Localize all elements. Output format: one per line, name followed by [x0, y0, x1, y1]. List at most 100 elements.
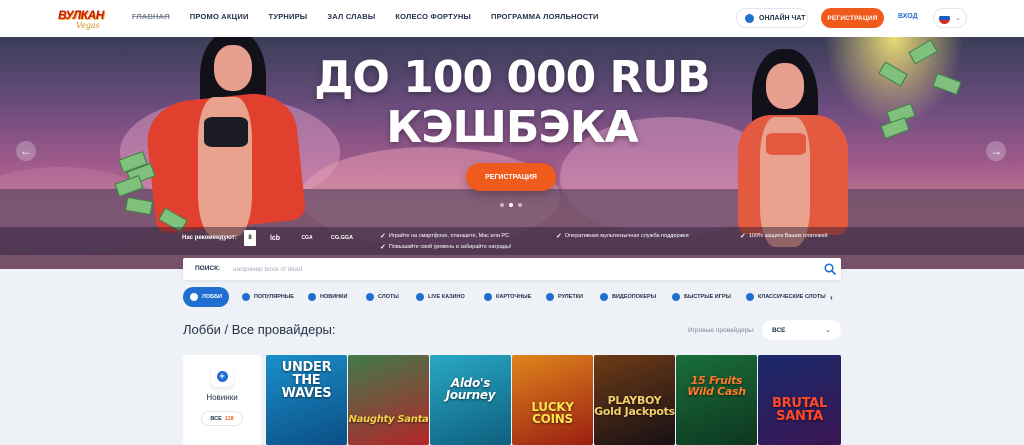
hero-title-line1: ДО 100 000 RUB — [314, 52, 710, 103]
check-icon: ✓ — [380, 244, 386, 251]
site-logo[interactable]: ВУЛКАН Vegas — [56, 4, 112, 34]
tab-roulette[interactable]: РУЛЕТКИ — [539, 287, 590, 307]
tab-new[interactable]: НОВИНКИ — [301, 287, 354, 307]
game-tile[interactable]: PLAYBOY Gold Jackpots — [594, 355, 675, 445]
search-input[interactable] — [233, 263, 793, 275]
tab-label: КАРТОЧНЫЕ — [496, 294, 532, 300]
game-tile[interactable]: UNDER THE WAVES — [266, 355, 347, 445]
cherry-icon — [746, 293, 754, 301]
game-title: 15 Fruits Wild Cash — [687, 374, 746, 398]
hero-title-line2: КЭШБЭКА — [386, 102, 638, 153]
tab-label: КЛАССИЧЕСКИЕ СЛОТЫ — [758, 294, 826, 300]
ru-flag-icon — [939, 12, 950, 24]
next-slide-arrow-icon[interactable]: → — [986, 141, 1006, 161]
slider-dots — [500, 203, 522, 207]
tab-label: СЛОТЫ — [378, 294, 399, 300]
game-title: Naughty Santa — [348, 414, 429, 425]
partner-logo-lcb: lcb — [269, 234, 281, 242]
roulette-icon — [546, 293, 554, 301]
slider-dot-active[interactable] — [509, 203, 513, 207]
category-tabs: ЛОББИ ПОПУЛЯРНЫЕ НОВИНКИ СЛОТЫ LIVE КАЗИ… — [183, 287, 843, 307]
slots-icon — [366, 293, 374, 301]
game-title: BRUTAL SANTA — [772, 396, 827, 424]
tab-lobby[interactable]: ЛОББИ — [183, 287, 229, 307]
chat-label: ОНЛАЙН ЧАТ — [759, 14, 806, 22]
check-icon: ✓ — [556, 233, 562, 240]
online-chat-button[interactable]: ОНЛАЙН ЧАТ — [736, 8, 808, 28]
logo-subtitle: Vegas — [76, 21, 100, 30]
tab-label: НОВИНКИ — [320, 294, 348, 300]
language-selector[interactable]: ⌄ — [933, 8, 967, 28]
chevron-down-icon: ⌄ — [825, 327, 831, 334]
feature-text: Оперативная мультиязычная служба поддерж… — [564, 233, 689, 239]
game-tile[interactable]: BRUTAL SANTA — [758, 355, 841, 445]
providers-value: ВСЕ — [772, 326, 786, 334]
slider-dot[interactable] — [500, 203, 504, 207]
nav-item-loyalty[interactable]: ПРОГРАММА ЛОЯЛЬНОСТИ — [491, 12, 599, 21]
check-icon: ✓ — [740, 233, 746, 240]
count-value: 118 — [224, 415, 234, 422]
nav-item-hall-of-fame[interactable]: ЗАЛ СЛАВЫ — [327, 12, 375, 21]
new-games-tile[interactable]: + Новинки ВСЕ 118 — [183, 355, 261, 445]
tab-popular[interactable]: ПОПУЛЯРНЫЕ — [235, 287, 301, 307]
game-tile[interactable]: 15 Fruits Wild Cash — [676, 355, 757, 445]
main-nav: ГЛАВНАЯ ПРОМО АКЦИИ ТУРНИРЫ ЗАЛ СЛАВЫ КО… — [132, 12, 619, 21]
tab-label: ВИДЕОПОКЕРЫ — [612, 294, 657, 300]
tab-classic-slots[interactable]: КЛАССИЧЕСКИЕ СЛОТЫ — [739, 287, 833, 307]
slider-dot[interactable] — [518, 203, 522, 207]
hero-banner: ДО 100 000 RUB КЭШБЭКА РЕГИСТРАЦИЯ ← → Н… — [0, 37, 1024, 269]
nav-item-tournaments[interactable]: ТУРНИРЫ — [269, 12, 308, 21]
feature-levels: ✓ Повышайте свой уровень и забирайте нагр… — [380, 243, 511, 251]
chevron-down-icon: ⌄ — [955, 15, 961, 22]
hero-register-button[interactable]: РЕГИСТРАЦИЯ — [466, 163, 556, 191]
lobby-icon — [190, 293, 198, 301]
nav-item-promo[interactable]: ПРОМО АКЦИИ — [190, 12, 249, 21]
login-link[interactable]: ВХОД — [898, 13, 918, 20]
search-icon[interactable] — [824, 263, 836, 275]
feature-support: ✓ Оперативная мультиязычная служба поддер… — [556, 232, 689, 240]
new-games-label: Новинки — [206, 393, 238, 402]
providers-select[interactable]: ВСЕ ⌄ — [762, 320, 841, 340]
tab-fast-games[interactable]: БЫСТРЫЕ ИГРЫ — [665, 287, 738, 307]
trust-strip — [0, 227, 1024, 255]
game-tile[interactable]: LUCKY COINS — [512, 355, 593, 445]
partner-logo-cgga: CG.GGA — [330, 235, 354, 241]
tab-slots[interactable]: СЛОТЫ — [359, 287, 406, 307]
heart-icon — [242, 293, 250, 301]
feature-payments: ✓ 100% защита Ваших платежей — [740, 232, 828, 240]
feature-text: Повышайте свой уровень и забирайте награ… — [388, 244, 512, 250]
partner-logo-cga: CGA — [301, 235, 313, 241]
partner-badge-icon: 8 — [244, 230, 256, 246]
game-title: Aldo's Journey — [445, 376, 496, 402]
tab-card-games[interactable]: КАРТОЧНЫЕ — [477, 287, 538, 307]
feature-text: 100% защита Ваших платежей — [748, 233, 828, 239]
rocket-icon — [672, 293, 680, 301]
nav-item-fortune-wheel[interactable]: КОЛЕСО ФОРТУНЫ — [395, 12, 471, 21]
feature-text: Играйте на смартфоне, планшете, Mac или … — [388, 233, 510, 239]
game-title: PLAYBOY Gold Jackpots — [594, 394, 675, 418]
video-icon — [600, 293, 608, 301]
chevron-right-icon[interactable]: › — [830, 293, 833, 302]
lobby-title: Лобби / Все провайдеры: — [183, 322, 336, 337]
tab-label: LIVE КАЗИНО — [428, 294, 465, 300]
register-button[interactable]: РЕГИСТРАЦИЯ — [821, 8, 884, 28]
tab-video-poker[interactable]: ВИДЕОПОКЕРЫ — [593, 287, 663, 307]
providers-label: Игровые провайдеры: — [688, 327, 755, 334]
hero-title: ДО 100 000 RUB КЭШБЭКА — [0, 53, 1024, 153]
count-prefix: ВСЕ — [210, 415, 222, 422]
tab-label: БЫСТРЫЕ ИГРЫ — [684, 294, 731, 300]
plus-icon — [308, 293, 316, 301]
tab-label: РУЛЕТКИ — [558, 294, 584, 300]
live-icon — [416, 293, 424, 301]
logo-text: ВУЛКАН — [58, 8, 104, 22]
tab-live-casino[interactable]: LIVE КАЗИНО — [409, 287, 472, 307]
game-tile[interactable]: Aldo's Journey — [430, 355, 511, 445]
new-games-count-button[interactable]: ВСЕ 118 — [201, 411, 243, 426]
game-title: LUCKY COINS — [531, 400, 574, 426]
nav-item-main[interactable]: ГЛАВНАЯ — [132, 12, 170, 21]
search-label: ПОИСК: — [195, 265, 221, 272]
search-bar: ПОИСК: — [183, 258, 841, 280]
chat-icon — [745, 13, 754, 23]
game-tile[interactable]: Naughty Santa — [348, 355, 429, 445]
prev-slide-arrow-icon[interactable]: ← — [16, 141, 36, 161]
